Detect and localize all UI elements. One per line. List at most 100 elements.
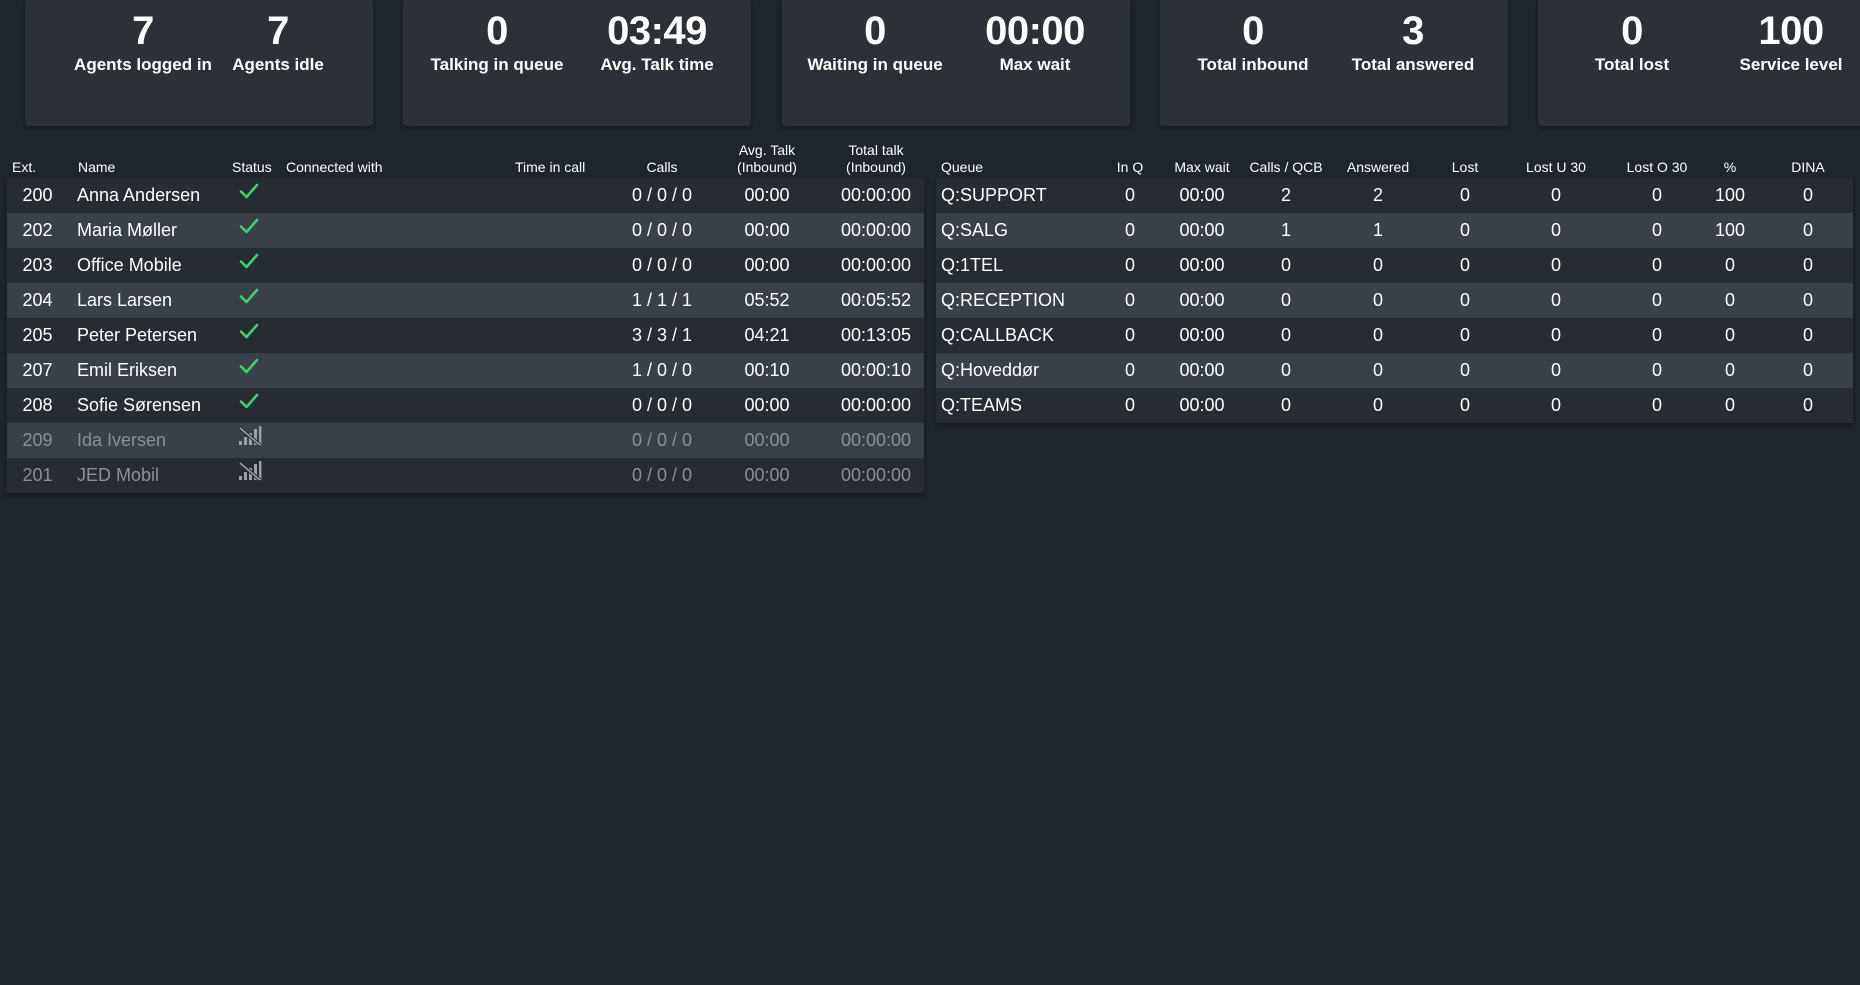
queue-answered: 0 xyxy=(1372,255,1383,275)
header-lost-u30: Lost U 30 xyxy=(1526,159,1586,175)
agent-calls: 0 / 0 / 0 xyxy=(631,395,693,415)
stat-label: Agents idle xyxy=(232,55,324,74)
header-in-q: In Q xyxy=(1116,159,1144,175)
queue-max-wait: 00:00 xyxy=(1179,395,1225,415)
stat-max-wait: 00:00 Max wait xyxy=(950,8,1120,75)
stat-card-waiting: 0 Waiting in queue 00:00 Max wait xyxy=(782,0,1130,126)
agent-calls: 0 / 0 / 0 xyxy=(631,465,693,485)
queue-lost-u30: 0 xyxy=(1550,255,1561,275)
queue-row[interactable]: Q:SALG 0 00:00 1 1 0 0 0 100 0 xyxy=(936,213,1853,248)
queue-lost-o30: 0 xyxy=(1651,220,1662,240)
queue-lost-u30: 0 xyxy=(1550,220,1561,240)
queue-lost-o30: 0 xyxy=(1651,255,1662,275)
header-time-in-call: Time in call xyxy=(515,159,586,175)
queue-row[interactable]: Q:1TEL 0 00:00 0 0 0 0 0 0 0 xyxy=(936,248,1853,283)
queue-in-q: 0 xyxy=(1124,360,1135,380)
checkmark-icon xyxy=(238,213,260,234)
agent-ext: 201 xyxy=(22,465,53,485)
agent-ext: 204 xyxy=(22,290,53,310)
queue-dina: 0 xyxy=(1802,360,1813,380)
checkmark-icon xyxy=(238,283,260,304)
agent-ext: 207 xyxy=(22,360,53,380)
header-queue: Queue xyxy=(941,159,984,175)
header-avg-talk-line1: Avg. Talk xyxy=(738,142,796,158)
queue-name: Q:TEAMS xyxy=(941,395,1023,415)
header-connected-with: Connected with xyxy=(286,159,383,175)
agent-ext: 203 xyxy=(22,255,53,275)
stat-waiting-in-queue: 0 Waiting in queue xyxy=(790,8,960,75)
stat-label: Talking in queue xyxy=(430,55,564,74)
agent-row[interactable]: 205 Peter Petersen 3 / 3 / 1 04:21 00:13:05 xyxy=(7,318,924,353)
agent-total-talk: 00:00:00 xyxy=(840,255,912,275)
queue-percent: 0 xyxy=(1724,325,1735,345)
agent-name: Maria Møller xyxy=(77,220,178,240)
queue-max-wait: 00:00 xyxy=(1179,220,1225,240)
header-total-talk: Total talk (Inbound) xyxy=(819,142,933,176)
agent-ext: 202 xyxy=(22,220,53,240)
agent-name: Anna Andersen xyxy=(77,185,201,205)
agent-total-talk: 00:00:00 xyxy=(840,395,912,415)
agent-avg-talk: 00:00 xyxy=(744,465,790,485)
stat-label: Total lost xyxy=(1594,55,1670,74)
agent-row[interactable]: 207 Emil Eriksen 1 / 0 / 0 00:10 00:00:10 xyxy=(7,353,924,388)
header-dina: DINA xyxy=(1791,159,1825,175)
agent-row[interactable]: 208 Sofie Sørensen 0 / 0 / 0 00:00 00:00:00 xyxy=(7,388,924,423)
queue-lost-u30: 0 xyxy=(1550,360,1561,380)
queue-calls-qcb: 0 xyxy=(1280,360,1291,380)
queue-name: Q:SALG xyxy=(941,220,1009,240)
agent-row[interactable]: 204 Lars Larsen 1 / 1 / 1 05:52 00:05:52 xyxy=(7,283,924,318)
stat-label: Waiting in queue xyxy=(807,55,943,74)
stat-total-lost: 0 Total lost xyxy=(1547,8,1717,75)
queue-lost: 0 xyxy=(1459,325,1470,345)
stat-value: 00:00 xyxy=(985,9,1085,53)
queue-in-q: 0 xyxy=(1124,395,1135,415)
agent-row[interactable]: 201 JED Mobil 0 / 0 / 0 00:00 00:00:00 xyxy=(7,458,924,493)
queue-calls-qcb: 0 xyxy=(1280,290,1291,310)
agent-ext: 209 xyxy=(22,430,53,450)
agent-row[interactable]: 202 Maria Møller 0 / 0 / 0 00:00 00:00:00 xyxy=(7,213,924,248)
queues-table: Queue In Q Max wait Calls / QCB Answered… xyxy=(936,140,1853,423)
agent-total-talk: 00:05:52 xyxy=(840,290,912,310)
queue-row[interactable]: Q:TEAMS 0 00:00 0 0 0 0 0 0 0 xyxy=(936,388,1853,423)
queue-answered: 0 xyxy=(1372,395,1383,415)
header-calls-qcb: Calls / QCB xyxy=(1249,159,1323,175)
wallboard: 7 Agents logged in 7 Agents idle 0 Talki… xyxy=(0,0,1860,985)
queue-percent: 100 xyxy=(1714,220,1746,240)
agent-name: Peter Petersen xyxy=(77,325,198,345)
stat-value: 0 xyxy=(864,9,886,53)
no-signal-icon xyxy=(238,458,262,482)
queue-dina: 0 xyxy=(1802,185,1813,205)
checkmark-icon xyxy=(238,248,260,269)
queue-lost: 0 xyxy=(1459,255,1470,275)
queues-table-body: Q:SUPPORT 0 00:00 2 2 0 0 0 100 0 Q:SALG 0 00:00 1 1 0 0… xyxy=(936,178,1853,423)
queue-name: Q:Hoveddør xyxy=(941,360,1040,380)
header-total-talk-line2: (Inbound) xyxy=(846,159,906,175)
stat-avg-talk-time: 03:49 Avg. Talk time xyxy=(572,8,742,75)
queue-row[interactable]: Q:RECEPTION 0 00:00 0 0 0 0 0 0 0 xyxy=(936,283,1853,318)
stat-label: Max wait xyxy=(999,55,1071,74)
agent-avg-talk: 00:00 xyxy=(744,185,790,205)
header-max-wait: Max wait xyxy=(1174,159,1230,175)
agents-table-body: 200 Anna Andersen 0 / 0 / 0 00:00 00:00:00 20… xyxy=(7,178,924,493)
stat-card-agents: 7 Agents logged in 7 Agents idle xyxy=(25,0,373,126)
header-name: Name xyxy=(78,159,116,175)
agent-ext: 205 xyxy=(22,325,53,345)
queue-lost-o30: 0 xyxy=(1651,325,1662,345)
queue-row[interactable]: Q:CALLBACK 0 00:00 0 0 0 0 0 0 0 xyxy=(936,318,1853,353)
agent-calls: 0 / 0 / 0 xyxy=(631,430,693,450)
queue-name: Q:1TEL xyxy=(941,255,1004,275)
queue-row[interactable]: Q:Hoveddør 0 00:00 0 0 0 0 0 0 0 xyxy=(936,353,1853,388)
queue-calls-qcb: 0 xyxy=(1280,255,1291,275)
queue-percent: 0 xyxy=(1724,290,1735,310)
queue-name: Q:SUPPORT xyxy=(941,185,1047,205)
agent-row[interactable]: 200 Anna Andersen 0 / 0 / 0 00:00 00:00:00 xyxy=(7,178,924,213)
queue-row[interactable]: Q:SUPPORT 0 00:00 2 2 0 0 0 100 0 xyxy=(936,178,1853,213)
agent-row[interactable]: 209 Ida Iversen 0 / 0 / 0 00:00 00:00:00 xyxy=(7,423,924,458)
agent-row[interactable]: 203 Office Mobile 0 / 0 / 0 00:00 00:00:00 xyxy=(7,248,924,283)
header-status: Status xyxy=(232,159,272,175)
queue-in-q: 0 xyxy=(1124,290,1135,310)
queue-in-q: 0 xyxy=(1124,220,1135,240)
header-lost: Lost xyxy=(1451,159,1479,175)
queue-max-wait: 00:00 xyxy=(1179,185,1225,205)
queue-percent: 0 xyxy=(1724,255,1735,275)
